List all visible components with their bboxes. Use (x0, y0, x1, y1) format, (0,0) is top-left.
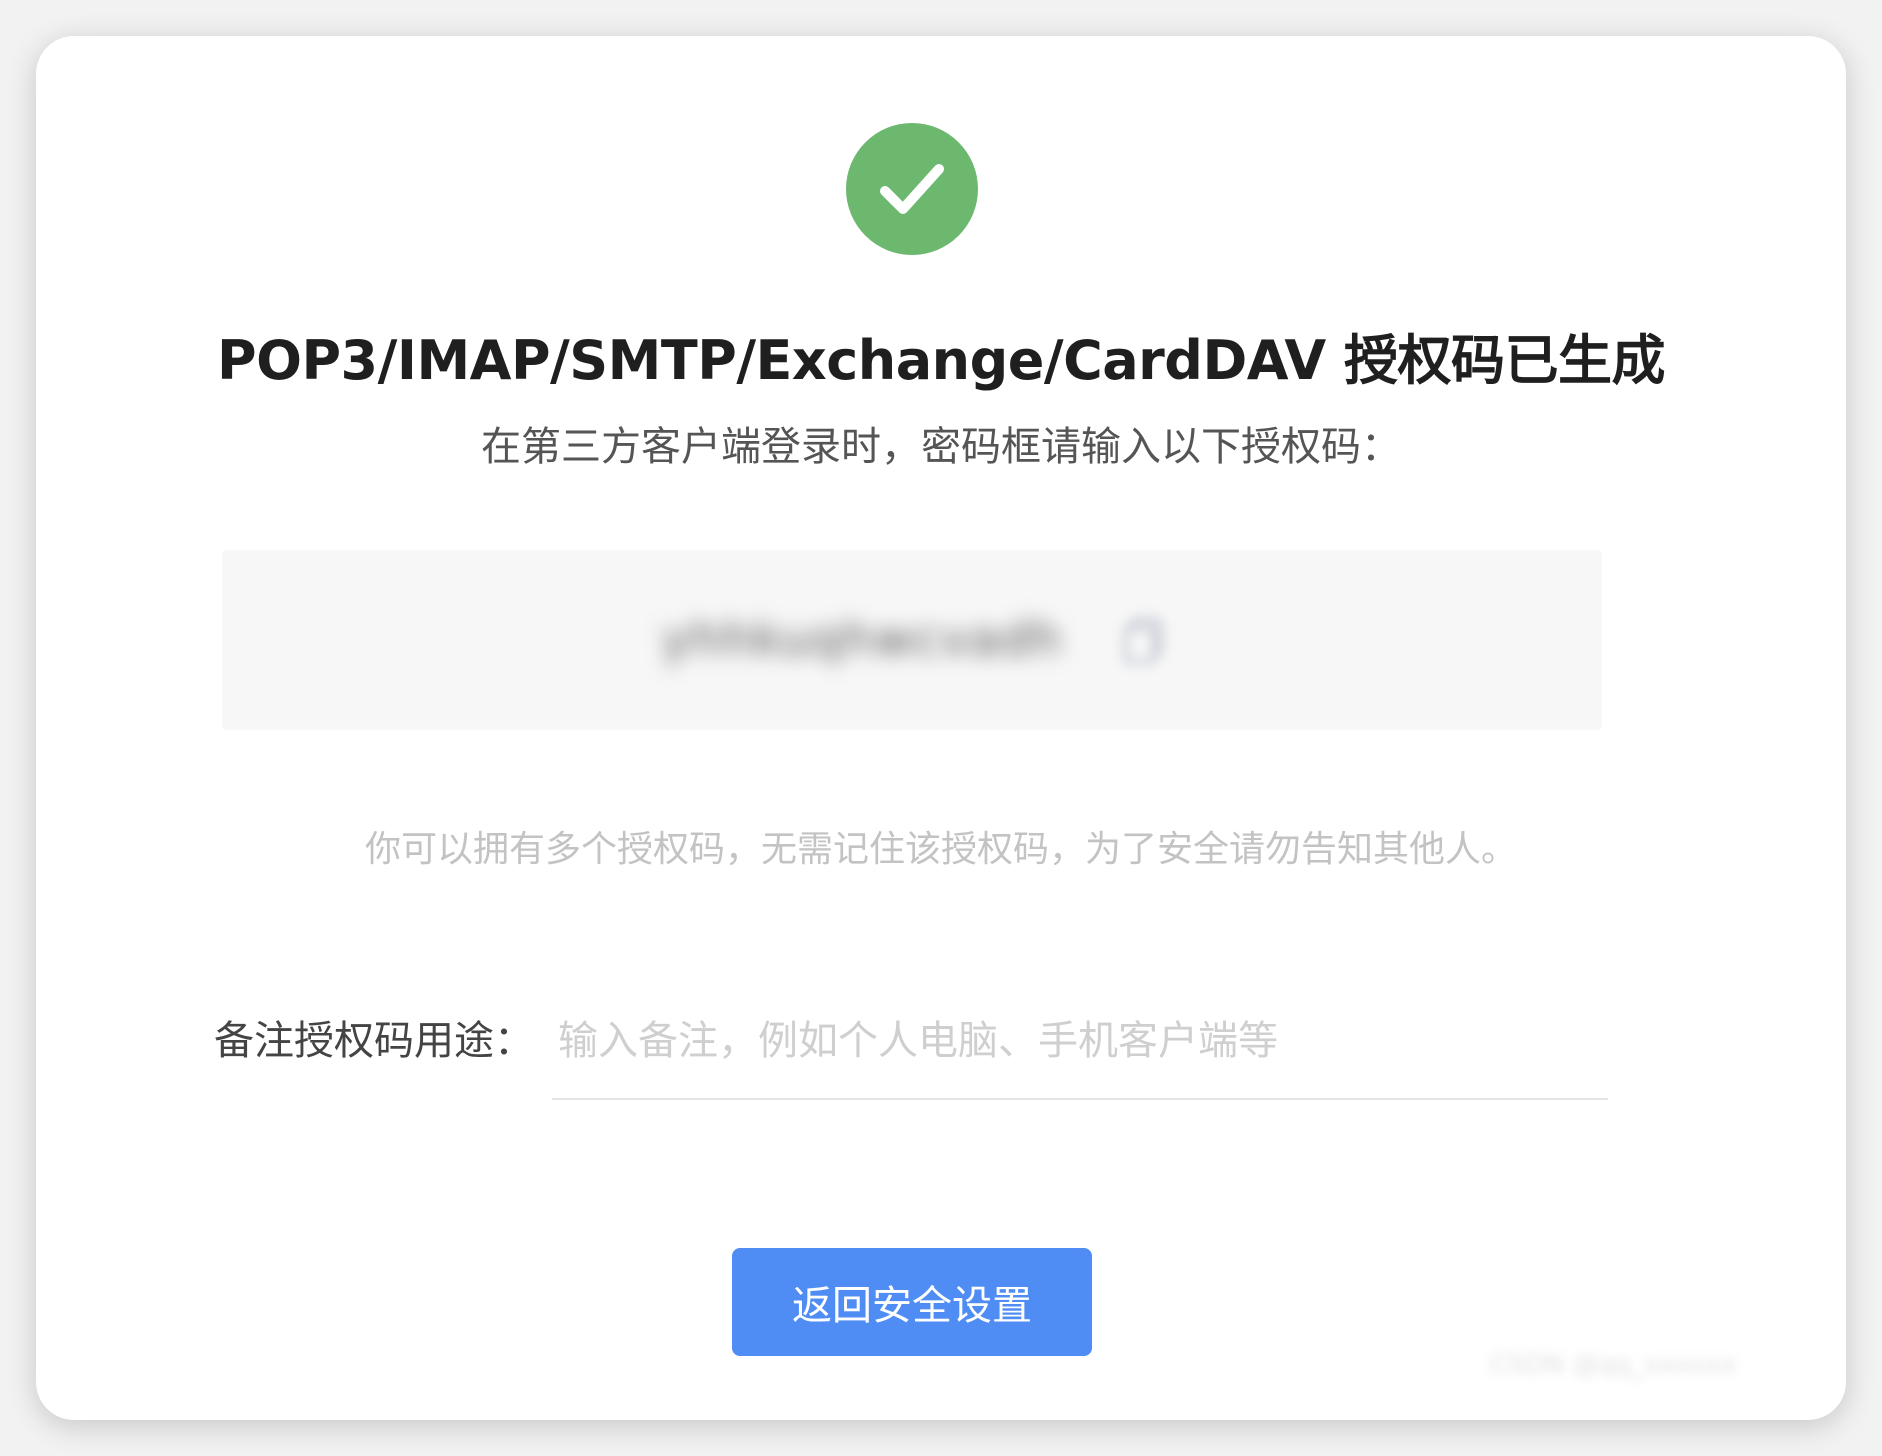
check-circle-icon (846, 123, 978, 255)
page-subtitle: 在第三方客户端登录时，密码框请输入以下授权码： (481, 424, 1401, 470)
auth-code-value[interactable]: yhhkuqhwcvadh (662, 612, 1063, 666)
copy-icon[interactable] (1122, 616, 1166, 664)
checkmark-icon (880, 164, 944, 214)
auth-code-box: yhhkuqhwcvadh (222, 550, 1602, 730)
remark-input[interactable] (552, 1000, 1608, 1100)
watermark: CSDN @qq_xxxxxx (1490, 1350, 1737, 1380)
security-hint: 你可以拥有多个授权码，无需记住该授权码，为了安全请勿告知其他人。 (364, 829, 1517, 870)
back-to-security-settings-button[interactable]: 返回安全设置 (732, 1248, 1092, 1356)
page-title: POP3/IMAP/SMTP/Exchange/CardDAV 授权码已生成 (217, 329, 1666, 392)
remark-label: 备注授权码用途： (214, 1018, 534, 1064)
